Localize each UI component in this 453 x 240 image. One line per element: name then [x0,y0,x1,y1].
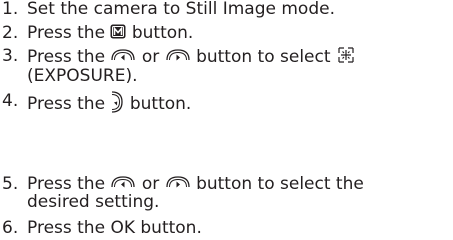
right-arrow-button-icon [165,175,191,189]
step-text-after: button. [129,94,192,114]
step-text-middle: or [141,47,160,67]
step-text: Set the camera to Still Image mode. [27,0,335,19]
step-number: 4. [2,91,19,111]
step-text-before: Press the [27,174,106,194]
step-number: 1. [2,0,19,19]
step-text-before: Press the [27,47,106,67]
step-text: Press the button. [27,24,193,42]
step-number: 6. [2,218,19,238]
step-number: 2. [2,23,19,43]
step-text-after: button to select [196,47,331,67]
left-arrow-button-icon [110,175,136,189]
exposure-icon [336,45,356,65]
step-text-before: Press the [27,23,106,43]
step-text-line2: desired setting. [27,192,160,212]
step-text-after: button. [131,23,194,43]
step-number: 3. [2,46,19,66]
left-arrow-button-icon [110,48,136,62]
right-arrow-button-icon [165,48,191,62]
step-text-after: button to select the [196,174,364,194]
step-text-middle: or [141,174,160,194]
step-text: Press the or button to select (EXPOSURE)… [27,47,356,85]
step-text-line2: (EXPOSURE). [27,66,138,86]
menu-m-button-icon [110,24,126,39]
step-text: Press the OK button. [27,218,202,238]
step-text: Press the or button to select the desire… [27,175,364,211]
down-arrow-button-icon [110,90,124,114]
step-text: Press the button. [27,90,192,116]
step-text-before: Press the [27,94,106,114]
step-number: 5. [2,174,19,194]
